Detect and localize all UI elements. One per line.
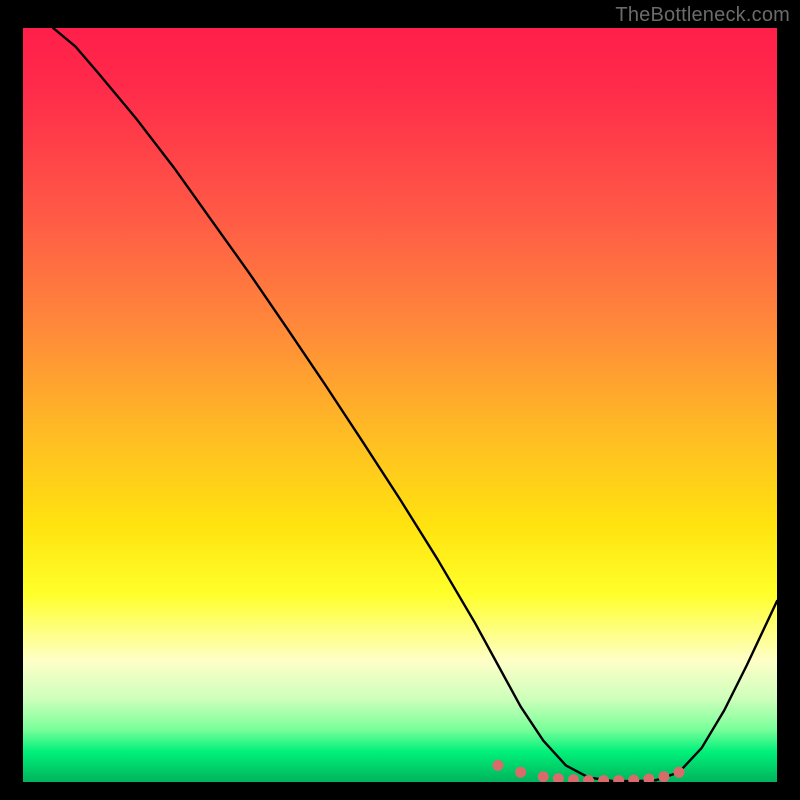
optimum-dot: [613, 775, 624, 782]
bottleneck-curve: [53, 28, 777, 781]
optimum-dot: [538, 771, 549, 782]
attribution-text: TheBottleneck.com: [615, 4, 790, 27]
optimum-dot: [515, 767, 526, 778]
optimum-dot: [658, 771, 669, 782]
optimum-dot: [493, 760, 504, 771]
optimum-dot: [598, 775, 609, 782]
optimum-dot: [628, 775, 639, 782]
optimum-dot: [553, 773, 564, 782]
chart-frame: TheBottleneck.com: [0, 0, 800, 800]
curve-layer: [23, 28, 777, 782]
optimum-dot: [673, 767, 684, 778]
optimum-dot: [643, 773, 654, 782]
optimum-markers: [493, 760, 685, 782]
optimum-dot: [568, 774, 579, 782]
plot-area: [23, 28, 777, 782]
